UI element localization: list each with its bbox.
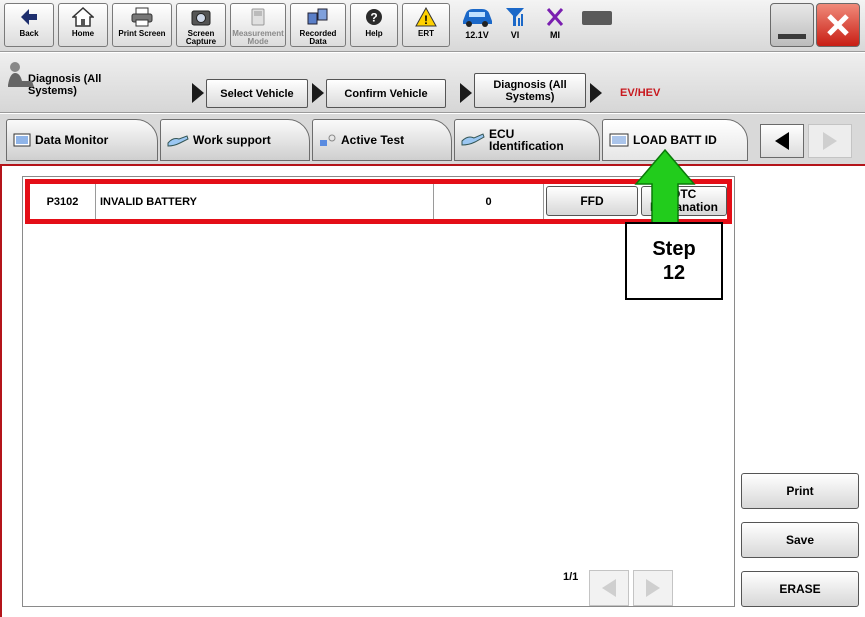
print-screen-button[interactable]: Print Screen: [112, 3, 172, 47]
tab-active-test[interactable]: Active Test: [312, 119, 452, 161]
triangle-right-icon: [823, 132, 837, 150]
ert-button[interactable]: ! ERT: [402, 3, 450, 47]
close-icon: [827, 14, 849, 36]
battery-voltage-indicator: 12.1V: [460, 6, 494, 40]
print-screen-label: Print Screen: [118, 29, 166, 38]
minimize-button[interactable]: [770, 3, 814, 47]
dtc-count: 0: [434, 184, 544, 219]
screen-capture-label: Screen Capture: [185, 29, 217, 46]
system-name: EV/HEV: [620, 87, 661, 99]
printer-icon: [130, 4, 154, 30]
dtc-code: P3102: [30, 184, 96, 219]
triangle-left-icon: [775, 132, 789, 150]
step-callout: Step 12: [625, 222, 723, 300]
breadcrumb-root-label: Diagnosis (All Systems): [28, 73, 102, 97]
step-arrow-icon: [634, 148, 696, 227]
hand-tool-icon: [167, 133, 189, 147]
page-prev-button[interactable]: [589, 570, 629, 606]
top-toolbar: Back Home Print Screen Screen Capture Me…: [0, 0, 865, 52]
help-label: Help: [365, 29, 383, 38]
tab-work-support-label: Work support: [193, 133, 271, 147]
breadcrumb-arrow-icon: [192, 83, 204, 103]
tab-data-monitor[interactable]: Data Monitor: [6, 119, 158, 161]
voltage-label: 12.1V: [465, 30, 489, 40]
warning-icon: !: [415, 4, 437, 30]
tab-bar: Data Monitor Work support Active Test EC…: [0, 114, 865, 166]
svg-text:!: !: [424, 13, 428, 27]
meter-icon: [250, 4, 266, 30]
dtc-description: INVALID BATTERY: [96, 184, 434, 219]
mi-label: MI: [550, 30, 560, 40]
home-button[interactable]: Home: [58, 3, 108, 47]
tab-work-support[interactable]: Work support: [160, 119, 310, 161]
breadcrumb: Diagnosis (All Systems) Select Vehicle C…: [0, 53, 865, 113]
main-panel: P3102 INVALID BATTERY 0 FFD DTC Explanat…: [0, 166, 865, 617]
print-button[interactable]: Print: [741, 473, 859, 509]
breadcrumb-arrow-icon: [460, 83, 472, 103]
tab-ecu-identification[interactable]: ECU Identification: [454, 119, 600, 161]
tab-load-batt-id-label: LOAD BATT ID: [633, 133, 717, 147]
measurement-mode-button[interactable]: Measurement Mode: [230, 3, 286, 47]
tab-data-monitor-label: Data Monitor: [35, 133, 109, 147]
select-vehicle-button[interactable]: Select Vehicle: [206, 79, 308, 108]
close-button[interactable]: [816, 3, 860, 47]
vi-indicator: VI: [504, 6, 526, 40]
vi-label: VI: [510, 30, 520, 40]
monitor-icon: [13, 133, 31, 147]
svg-text:?: ?: [370, 11, 377, 25]
measurement-mode-label: Measurement Mode: [232, 29, 284, 46]
help-button[interactable]: ? Help: [350, 3, 398, 47]
back-button[interactable]: Back: [4, 3, 54, 47]
tab-scroll-right-button[interactable]: [808, 124, 852, 158]
dtc-row[interactable]: P3102 INVALID BATTERY 0 FFD DTC Explanat…: [25, 179, 732, 224]
minimize-icon: [778, 33, 806, 39]
batt-id-icon: [609, 133, 629, 147]
mechanic-icon: [8, 62, 34, 87]
back-arrow-icon: [19, 4, 39, 30]
triangle-right-icon: [646, 579, 660, 597]
status-bar-icon: [582, 11, 612, 25]
active-test-icon: [319, 133, 337, 147]
page-next-button[interactable]: [633, 570, 673, 606]
triangle-left-icon: [602, 579, 616, 597]
breadcrumb-diagnosis-root: Diagnosis (All Systems): [8, 62, 102, 97]
recorded-data-label: Recorded Data: [299, 29, 337, 46]
breadcrumb-arrow-icon: [590, 83, 602, 103]
breadcrumb-arrow-icon: [312, 83, 324, 103]
ffd-button[interactable]: FFD: [546, 186, 638, 216]
diagnosis-all-systems-button[interactable]: Diagnosis (All Systems): [474, 73, 586, 108]
back-label: Back: [19, 29, 39, 38]
disconnected-x-icon: [546, 8, 564, 26]
recorded-data-button[interactable]: Recorded Data: [290, 3, 346, 47]
page-indicator: 1/1: [563, 571, 579, 583]
home-icon: [72, 4, 94, 30]
tab-scroll-left-button[interactable]: [760, 124, 804, 158]
recorded-data-icon: [305, 4, 331, 30]
ecu-icon: [461, 131, 485, 149]
camera-icon: [190, 4, 212, 30]
tab-ecu-identification-label: ECU Identification: [489, 127, 564, 153]
ert-label: ERT: [418, 29, 434, 38]
confirm-vehicle-button[interactable]: Confirm Vehicle: [326, 79, 446, 108]
vehicle-icon: [463, 9, 492, 27]
save-button[interactable]: Save: [741, 522, 859, 558]
erase-button[interactable]: ERASE: [741, 571, 859, 607]
help-icon: ?: [364, 4, 384, 30]
home-label: Home: [71, 29, 95, 38]
status-indicator: [582, 11, 612, 25]
tab-active-test-label: Active Test: [341, 133, 405, 147]
signal-icon: [506, 8, 524, 26]
mi-indicator: MI: [544, 6, 566, 40]
screen-capture-button[interactable]: Screen Capture: [176, 3, 226, 47]
